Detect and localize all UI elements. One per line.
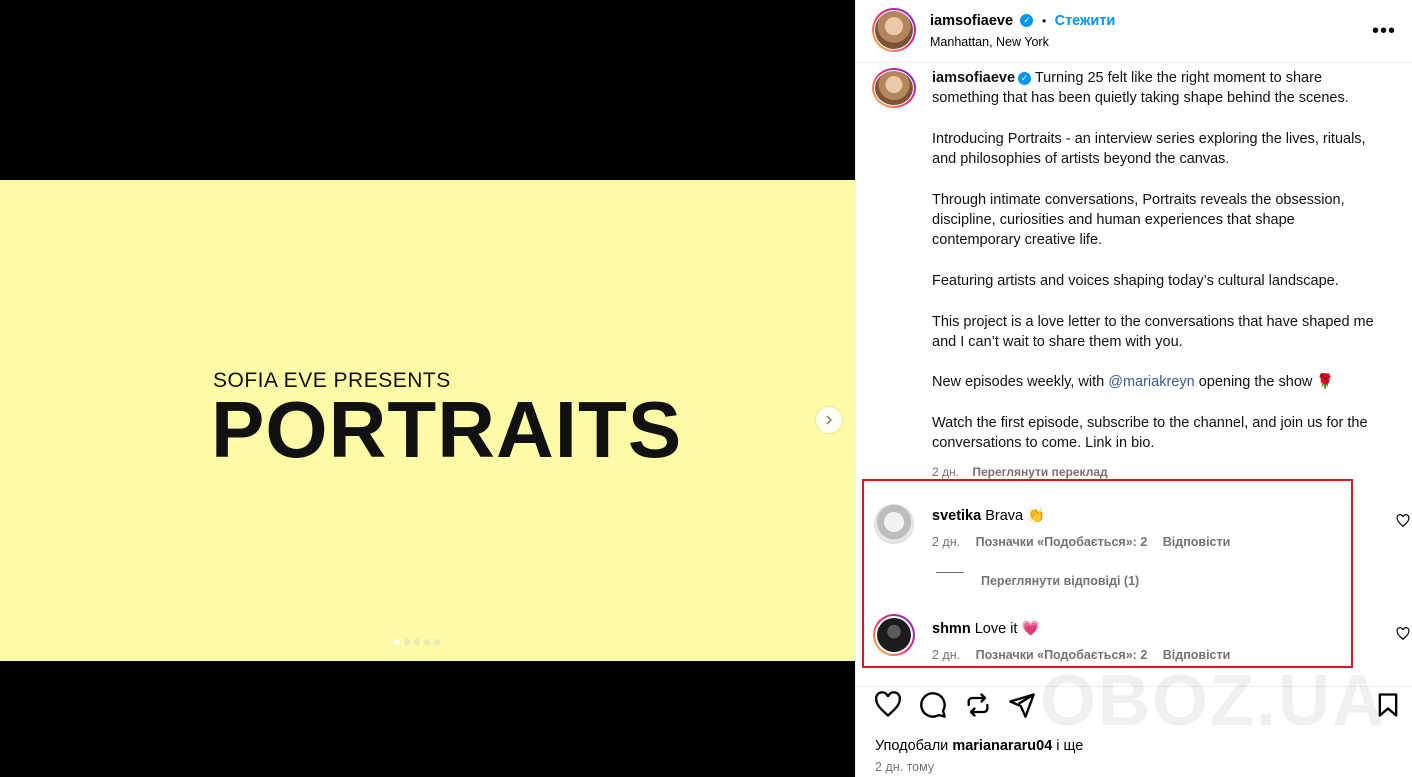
header-title-row: iamsofiaeve ✓ • Стежити <box>930 12 1115 30</box>
comment-bubble-icon[interactable] <box>919 691 947 719</box>
bookmark-save-icon[interactable] <box>1374 691 1402 719</box>
chevron-right-icon <box>826 415 833 425</box>
view-replies-button[interactable]: Переглянути відповіді (1) <box>981 574 1139 588</box>
comment-likes-count[interactable]: Позначки «Подобається»: 2 <box>976 648 1148 662</box>
follow-button[interactable]: Стежити <box>1055 13 1116 29</box>
post-header: iamsofiaeve ✓ • Стежити Manhattan, New Y… <box>856 0 1412 63</box>
like-comment-heart-icon[interactable] <box>1396 514 1410 528</box>
comment-likes-count[interactable]: Позначки «Подобається»: 2 <box>976 535 1148 549</box>
commenter-avatar[interactable] <box>874 504 914 544</box>
more-options-icon[interactable]: ••• <box>1372 20 1396 43</box>
carousel-next-button[interactable] <box>816 407 842 433</box>
share-send-icon[interactable] <box>1008 691 1036 719</box>
comment-time: 2 дн. <box>932 648 961 662</box>
caption-paragraph: Watch the first episode, subscribe to th… <box>932 415 1368 452</box>
location-link[interactable]: Manhattan, New York <box>930 35 1049 49</box>
repost-icon[interactable] <box>964 691 992 719</box>
liked-by-user[interactable]: marianararu04 <box>952 738 1052 754</box>
commenter-username[interactable]: svetika <box>932 508 981 524</box>
carousel-dot[interactable] <box>404 639 410 645</box>
caption-paragraph: New episodes weekly, with @mariakreyn op… <box>932 374 1335 391</box>
like-heart-icon[interactable] <box>874 691 902 719</box>
slide-title: PORTRAITS <box>211 385 683 474</box>
comment-time: 2 дн. <box>932 535 961 549</box>
carousel-dot[interactable] <box>424 639 430 645</box>
caption-text: iamsofiaeve ✓ Turning 25 felt like the ri… <box>932 68 1387 482</box>
author-avatar[interactable] <box>872 8 916 52</box>
carousel-dot[interactable] <box>434 639 440 645</box>
verified-badge-icon: ✓ <box>1020 14 1034 28</box>
caption-username[interactable]: iamsofiaeve <box>932 70 1015 86</box>
carousel-slide[interactable]: SOFIA EVE PRESENTS PORTRAITS <box>0 180 855 661</box>
comment-meta: 2 дн. Позначки «Подобається»: 2 Відповіс… <box>932 648 1242 662</box>
replies-divider <box>936 572 964 573</box>
caption-author-avatar[interactable] <box>872 68 916 108</box>
carousel-dots <box>394 639 440 645</box>
post-media: SOFIA EVE PRESENTS PORTRAITS <box>0 0 855 777</box>
like-comment-heart-icon[interactable] <box>1396 627 1410 641</box>
caption-meta: 2 дн. Переглянути переклад <box>932 462 1387 482</box>
caption-paragraph: Featuring artists and voices shaping tod… <box>932 272 1339 289</box>
commenter-username[interactable]: shmn <box>932 621 971 637</box>
caption-time: 2 дн. <box>932 464 959 479</box>
comment-text: Love it 💗 <box>974 621 1040 637</box>
liked-by-summary: Уподобали marianararu04 і ще <box>875 738 1084 754</box>
verified-badge-icon: ✓ <box>1018 71 1032 85</box>
reply-button[interactable]: Відповісти <box>1163 535 1231 549</box>
post-sidebar: iamsofiaeve ✓ • Стежити Manhattan, New Y… <box>855 0 1412 777</box>
caption-paragraph: This project is a love letter to the con… <box>932 313 1374 350</box>
see-translation-link[interactable]: Переглянути переклад <box>972 465 1107 479</box>
commenter-avatar[interactable] <box>873 614 915 656</box>
carousel-dot[interactable] <box>394 639 400 645</box>
action-bar <box>856 686 1412 723</box>
author-username[interactable]: iamsofiaeve <box>930 13 1013 29</box>
comment-text: Brava 👏 <box>985 508 1046 524</box>
caption-paragraph: Introducing Portraits - an interview ser… <box>932 130 1366 168</box>
caption-paragraph: Through intimate conversations, Portrait… <box>932 191 1345 249</box>
reply-button[interactable]: Відповісти <box>1163 648 1231 662</box>
mention-link[interactable]: @mariakreyn <box>1108 374 1194 390</box>
separator: • <box>1041 14 1047 28</box>
post-date: 2 дн. тому <box>875 760 935 774</box>
comment-meta: 2 дн. Позначки «Подобається»: 2 Відповіс… <box>932 535 1242 549</box>
carousel-dot[interactable] <box>414 639 420 645</box>
comment-body: shmn Love it 💗 <box>932 620 1040 637</box>
comment-body: svetika Brava 👏 <box>932 507 1045 524</box>
